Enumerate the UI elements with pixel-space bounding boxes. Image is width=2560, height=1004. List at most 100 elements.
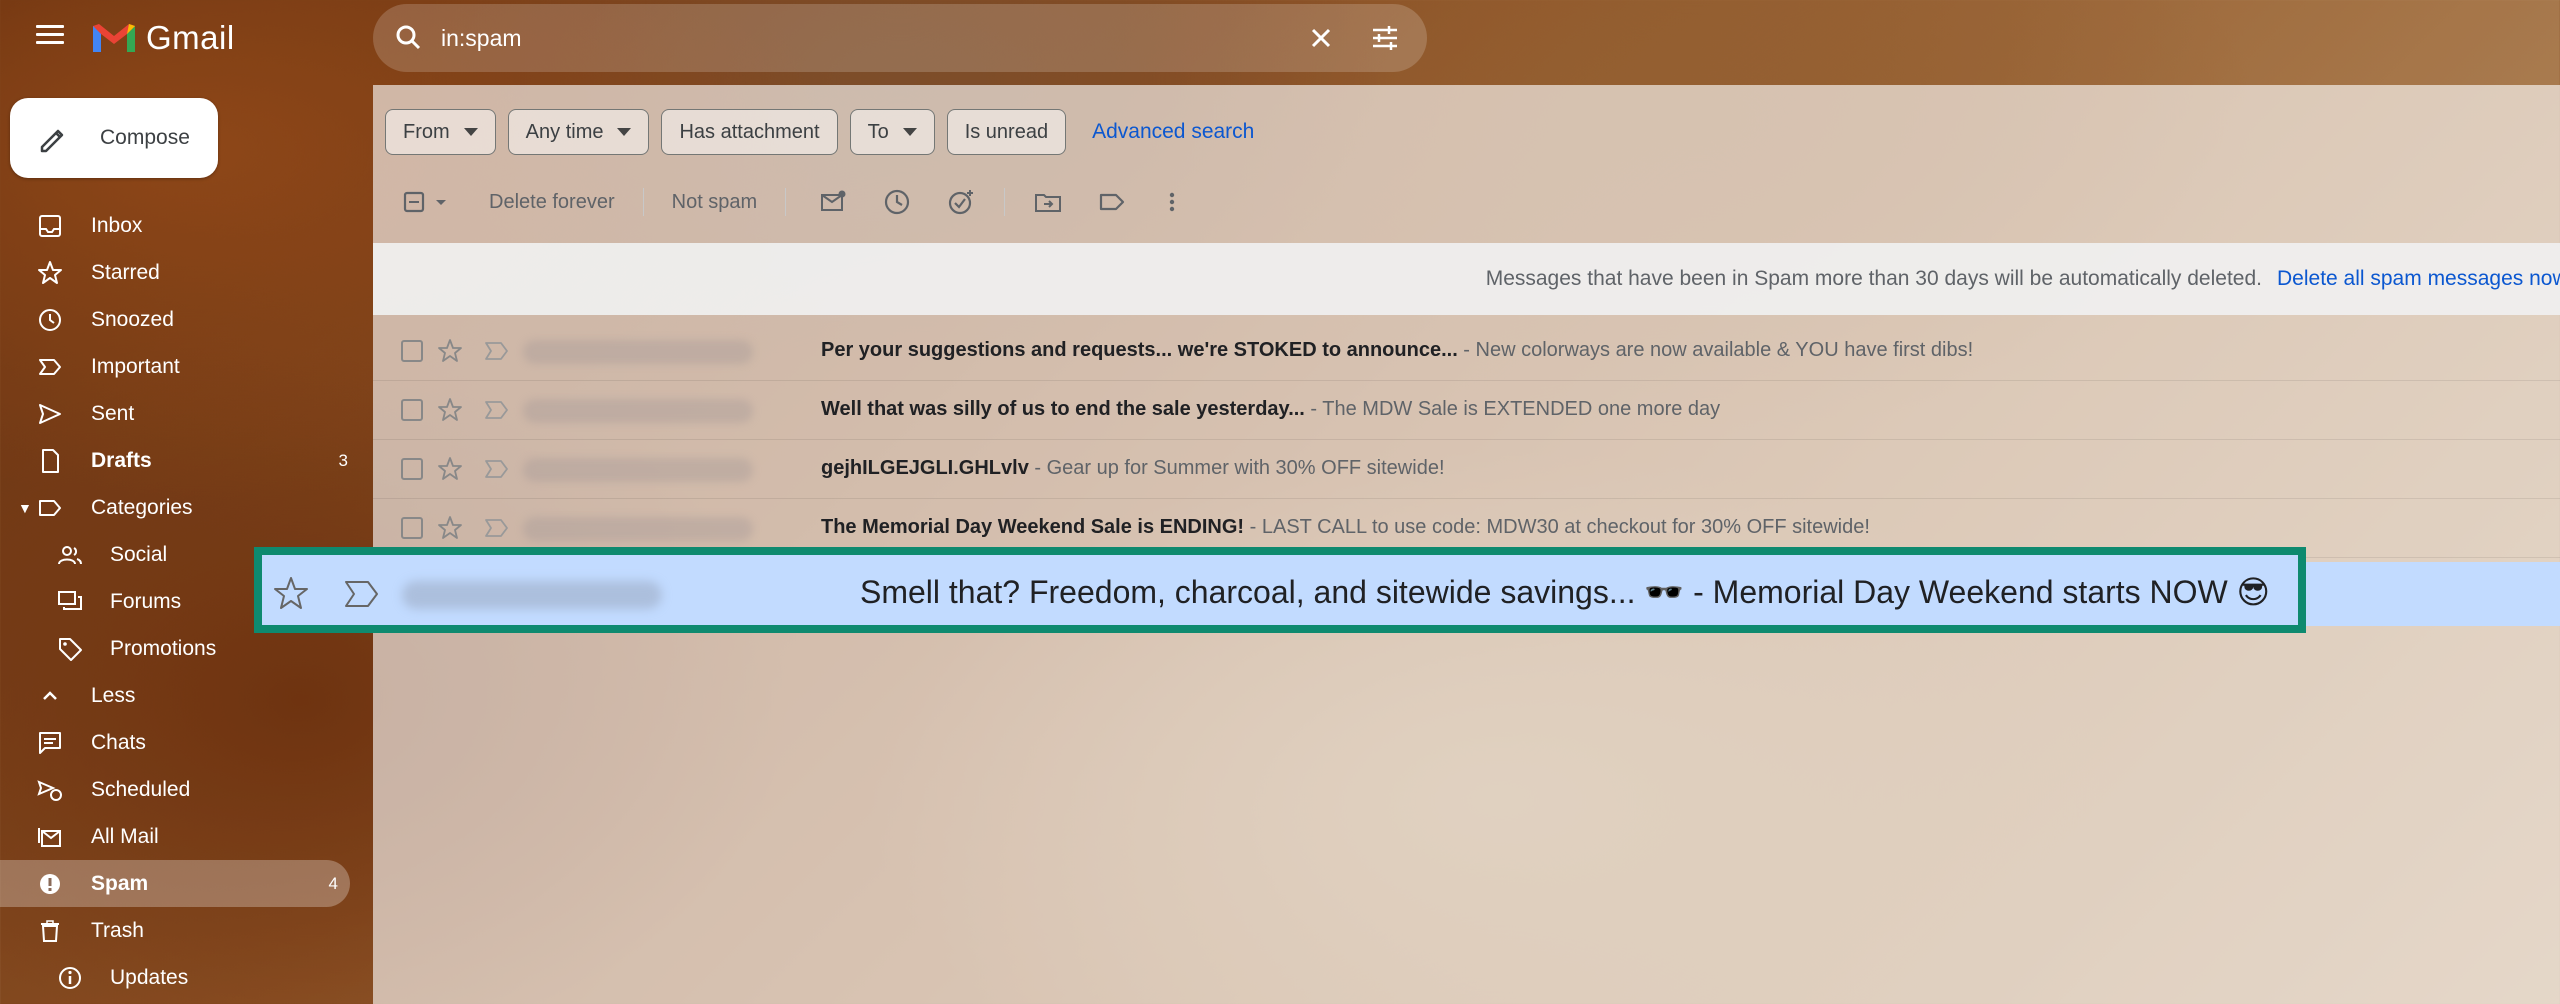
toolbar-divider — [1004, 188, 1006, 216]
star-icon[interactable] — [437, 338, 463, 364]
dropdown-arrow-icon — [902, 128, 917, 136]
menu-icon-line — [36, 33, 64, 36]
sidebar-item-label: Snoozed — [91, 307, 174, 331]
sidebar-item-trash[interactable]: Trash — [0, 907, 360, 954]
search-icon[interactable] — [389, 18, 429, 58]
email-snippet: - Gear up for Summer with 30% OFF sitewi… — [1028, 457, 1445, 479]
select-checkbox-icon[interactable] — [399, 187, 429, 217]
important-marker-icon[interactable] — [483, 457, 511, 481]
more-options-icon[interactable] — [1157, 187, 1187, 217]
star-icon[interactable] — [437, 515, 463, 541]
sidebar-item-label: Spam — [91, 871, 149, 895]
drafts-count: 3 — [338, 450, 348, 470]
search-options-icon[interactable] — [1365, 18, 1405, 58]
sidebar-item-spam[interactable]: Spam 4 — [0, 860, 350, 907]
filter-to-chip[interactable]: To — [849, 109, 935, 155]
mark-unread-icon[interactable] — [818, 187, 848, 217]
search-bar[interactable]: in:spam — [373, 4, 1427, 72]
email-snippet: - New colorways are now available & YOU … — [1457, 339, 1974, 361]
important-icon — [39, 358, 61, 375]
blurred-sender — [523, 458, 753, 482]
sidebar-item-snoozed[interactable]: Snoozed — [0, 296, 360, 343]
email-row[interactable]: Well that was silly of us to end the sal… — [373, 381, 2560, 440]
advanced-search-link[interactable]: Advanced search — [1092, 120, 1254, 144]
send-icon — [39, 403, 61, 424]
email-subject: Per your suggestions and requests... we'… — [821, 339, 1458, 361]
sidebar-item-important[interactable]: Important — [0, 343, 360, 390]
email-content: Smell that? Freedom, charcoal, and sitew… — [860, 573, 2270, 611]
sidebar-item-all-mail[interactable]: All Mail — [0, 813, 360, 860]
close-icon[interactable] — [1301, 18, 1341, 58]
filter-has-attachment-chip[interactable]: Has attachment — [661, 109, 838, 155]
blurred-sender — [523, 340, 753, 364]
dropdown-arrow-icon — [617, 128, 632, 136]
email-row[interactable]: gejhILGEJGLI.GHLvlv - Gear up for Summer… — [373, 440, 2560, 499]
search-input[interactable]: in:spam — [441, 25, 1301, 52]
menu-icon-line — [36, 25, 64, 28]
sidebar-item-drafts[interactable]: Drafts 3 — [0, 437, 360, 484]
chip-label: Is unread — [964, 120, 1049, 143]
gmail-m-icon — [93, 24, 135, 52]
sidebar-item-scheduled[interactable]: Scheduled — [0, 766, 360, 813]
row-checkbox[interactable] — [401, 458, 423, 480]
star-icon[interactable] — [272, 575, 310, 613]
important-marker-icon[interactable] — [483, 398, 511, 422]
filter-any-time-chip[interactable]: Any time — [507, 109, 650, 155]
sidebar-item-label: Starred — [91, 260, 160, 284]
row-checkbox[interactable] — [401, 517, 423, 539]
sidebar-item-label: Promotions — [110, 636, 217, 660]
chip-label: Any time — [525, 120, 604, 143]
filter-is-unread-chip[interactable]: Is unread — [946, 109, 1067, 155]
star-icon[interactable] — [437, 397, 463, 423]
sidebar-item-label: Drafts — [91, 448, 152, 472]
people-icon — [58, 545, 82, 564]
highlighted-email-row[interactable]: Smell that? Freedom, charcoal, and sitew… — [254, 547, 2306, 633]
email-content: gejhILGEJGLI.GHLvlv - Gear up for Summer… — [821, 457, 1445, 480]
chevron-down-icon[interactable] — [433, 194, 449, 210]
row-checkbox[interactable] — [401, 399, 423, 421]
main-menu-button[interactable] — [30, 20, 70, 56]
sidebar-item-less[interactable]: Less — [0, 672, 360, 719]
compose-button[interactable]: Compose — [10, 98, 218, 178]
sidebar-item-label: All Mail — [91, 824, 159, 848]
sidebar-item-categories[interactable]: ▼ Categories — [0, 484, 360, 531]
email-content: Per your suggestions and requests... we'… — [821, 339, 1973, 362]
filter-from-chip[interactable]: From — [385, 109, 496, 155]
email-subject: Smell that? Freedom, charcoal, and sitew… — [860, 574, 1685, 610]
snooze-clock-icon[interactable] — [882, 187, 912, 217]
sidebar-item-updates[interactable]: Updates — [0, 954, 360, 1001]
sidebar-item-sent[interactable]: Sent — [0, 390, 360, 437]
sidebar-item-chats[interactable]: Chats — [0, 719, 360, 766]
important-marker-icon[interactable] — [342, 577, 382, 611]
delete-forever-button[interactable]: Delete forever — [489, 191, 615, 214]
row-checkbox[interactable] — [401, 340, 423, 362]
inbox-icon — [39, 214, 61, 237]
sidebar-item-label: Trash — [91, 918, 144, 942]
not-spam-button[interactable]: Not spam — [672, 191, 758, 214]
move-to-folder-icon[interactable] — [1033, 187, 1063, 217]
sidebar-item-label: Forums — [110, 589, 182, 613]
delete-all-spam-link[interactable]: Delete all spam messages now — [2277, 267, 2560, 291]
clock-icon — [39, 308, 61, 331]
star-icon[interactable] — [437, 456, 463, 482]
add-task-icon[interactable] — [946, 187, 976, 217]
expand-caret-icon[interactable]: ▼ — [18, 500, 32, 516]
gmail-logo[interactable]: Gmail — [90, 16, 235, 60]
label-icon[interactable] — [1097, 187, 1127, 217]
info-icon — [59, 966, 81, 989]
sidebar-item-label: Categories — [91, 495, 193, 519]
all-mail-icon — [38, 827, 61, 847]
spam-count: 4 — [328, 873, 338, 893]
blurred-sender — [523, 399, 753, 423]
draft-icon — [42, 448, 59, 473]
important-marker-icon[interactable] — [483, 339, 511, 363]
sidebar-item-label: Social — [110, 542, 168, 566]
email-row[interactable]: Per your suggestions and requests... we'… — [373, 322, 2560, 381]
sidebar-item-starred[interactable]: Starred — [0, 249, 360, 296]
chip-label: From — [403, 120, 450, 143]
top-bar: Gmail in:spam — [0, 0, 2560, 76]
email-content: Well that was silly of us to end the sal… — [821, 398, 1720, 421]
sidebar-item-inbox[interactable]: Inbox — [0, 202, 360, 249]
menu-icon-line — [36, 41, 64, 44]
important-marker-icon[interactable] — [483, 516, 511, 540]
